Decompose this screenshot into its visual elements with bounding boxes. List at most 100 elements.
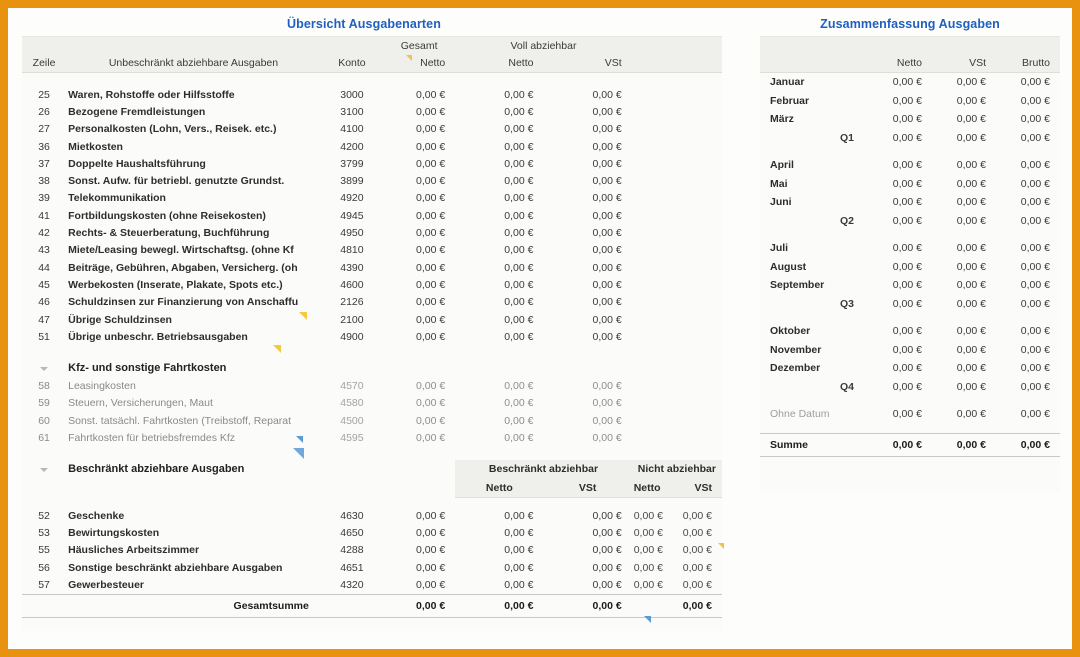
chevron-down-icon [39,465,49,474]
cell-brutto: 0,00 € [1020,214,1050,227]
group-kfz-header[interactable]: Kfz- und sonstige Fahrtkosten [22,358,722,377]
cell-voll-vst: 0,00 € [592,313,622,326]
cell-voll-vst: 0,00 € [592,175,622,188]
col-nicht-vst: VSt [694,481,712,494]
cell-description: Miete/Leasing bewegl. Wirtschaftsg. (ohn… [68,244,294,257]
table-row[interactable]: 36 Mietkosten 4200 0,00 € 0,00 € 0,00 € [22,138,722,155]
cell-vst: 0,00 € [956,325,986,338]
summary-row[interactable]: Juni 0,00 € 0,00 € 0,00 € [760,193,1060,212]
cell-voll-vst: 0,00 € [592,105,622,118]
cell-vst: 0,00 € [956,408,986,421]
summary-row[interactable]: Mai 0,00 € 0,00 € 0,00 € [760,175,1060,194]
summary-row[interactable]: Januar 0,00 € 0,00 € 0,00 € [760,73,1060,92]
table-row[interactable]: 51 Übrige unbeschr. Betriebsausgaben 4900 0… [22,328,722,345]
table-row[interactable]: 45 Werbekosten (Inserate, Plakate, Spots … [22,276,722,293]
selection-marker-icon[interactable] [296,436,303,443]
cell-vst: 0,00 € [956,260,986,273]
restricted-collapse-toggle[interactable] [22,460,66,479]
cell-description: Werbekosten (Inserate, Plakate, Spots et… [68,278,283,291]
group-header-beschraenkt: Beschränkt abziehbar [455,459,632,479]
cell-brutto: 0,00 € [1020,159,1050,172]
cell-nicht-group: 0,00 € 0,00 € [632,576,722,594]
summary-total-brutto: 0,00 € [996,432,1060,457]
cell-netto: 0,00 € [892,113,922,126]
summary-row[interactable]: März 0,00 € 0,00 € 0,00 € [760,110,1060,129]
summary-row[interactable]: August 0,00 € 0,00 € 0,00 € [760,258,1060,277]
cell-netto: 0,00 € [892,94,922,107]
kfz-collapse-toggle[interactable] [22,358,66,377]
cell-quarter-label: Q1 [839,131,854,144]
table-row[interactable]: 38 Sonst. Aufw. für betriebl. genutzte Gr… [22,172,722,189]
table-row[interactable]: 27 Personalkosten (Lohn, Vers., Reisek. e… [22,121,722,138]
table-row[interactable]: 58 Leasingkosten 4570 0,00 € 0,00 € 0,00 € [22,377,722,394]
table-row[interactable]: 61 Fahrtkosten für betriebsfremdes Kfz 459… [22,429,722,446]
group-header-row: Gesamt Voll abziehbar [22,37,722,54]
cell-voll-netto: 0,00 € [504,330,534,343]
cell-nicht-group: 0,00 € 0,00 € [632,542,722,559]
unrestricted-rows: 25 Waren, Rohstoffe oder Hilfsstoffe 3000 0… [22,86,722,345]
summary-row[interactable]: Q1 0,00 € 0,00 € 0,00 € [760,129,1060,148]
table-row[interactable]: 55 Häusliches Arbeitszimmer 4288 0,00 €0,00… [22,542,722,559]
table-row[interactable]: 41 Fortbildungskosten (ohne Reisekosten) 4… [22,207,722,224]
table-row[interactable]: 43 Miete/Leasing bewegl. Wirtschaftsg. (o… [22,242,722,259]
table-row[interactable]: 44 Beiträge, Gebühren, Abgaben, Versicher… [22,259,722,276]
table-row[interactable]: 52 Geschenke 4630 0,00 €0,00 €0,00 €0,00 €0… [22,507,722,524]
table-row[interactable]: 59 Steuern, Versicherungen, Maut 4580 0,00 … [22,395,722,412]
summary-row[interactable]: Q4 0,00 € 0,00 € 0,00 € [760,378,1060,397]
comment-marker-icon[interactable] [299,312,307,320]
summary-row[interactable]: September 0,00 € 0,00 € 0,00 € [760,276,1060,295]
summary-row[interactable]: Oktober 0,00 € 0,00 € 0,00 € [760,322,1060,341]
spacer-row [22,446,722,460]
restricted-group-header-row[interactable]: Beschränkt abziehbare Ausgaben Beschränk… [22,459,722,479]
table-row[interactable]: 42 Rechts- & Steuerberatung, Buchführung 4… [22,224,722,241]
summary-row[interactable]: November 0,00 € 0,00 € 0,00 € [760,341,1060,360]
cell-konto: 4320 [340,578,364,591]
restricted-rows: 52 Geschenke 4630 0,00 €0,00 €0,00 €0,00 €0… [22,507,722,594]
table-row[interactable]: 46 Schuldzinsen zur Finanzierung von Ansc… [22,294,722,311]
cell-nicht-group: 0,00 € 0,00 € [632,507,722,524]
summary-row[interactable]: Dezember 0,00 € 0,00 € 0,00 € [760,359,1060,378]
cell-konto: 4390 [340,261,364,274]
cell-voll-vst: 0,00 € [592,209,622,222]
summary-row[interactable]: Februar 0,00 € 0,00 € 0,00 € [760,92,1060,111]
table-row[interactable]: 47 Übrige Schuldzinsen 2100 0,00 € 0,00 € 0,0… [22,311,722,328]
summary-row[interactable]: April 0,00 € 0,00 € 0,00 € [760,156,1060,175]
summary-row[interactable]: Juli 0,00 € 0,00 € 0,00 € [760,239,1060,258]
table-row[interactable]: 25 Waren, Rohstoffe oder Hilfsstoffe 3000 0… [22,86,722,103]
table-row[interactable]: 26 Bezogene Fremdleistungen 3100 0,00 € 0,00… [22,103,722,120]
cell-brutto: 0,00 € [1020,242,1050,255]
cell-konto: 4945 [340,209,364,222]
selection-marker-icon[interactable] [644,616,651,623]
summary-row[interactable]: Ohne Datum 0,00 € 0,00 € 0,00 € [760,405,1060,424]
selection-marker-icon[interactable] [293,448,304,459]
cell-zeile: 41 [38,209,50,222]
comment-marker-icon[interactable] [273,345,281,353]
table-row[interactable]: 57 Gewerbesteuer 4320 0,00 €0,00 €0,00 €0,0… [22,576,722,594]
cell-brutto: 0,00 € [1020,380,1050,393]
table-row[interactable]: 53 Bewirtungskosten 4650 0,00 €0,00 €0,00 €… [22,524,722,541]
cell-gesamt-netto: 0,00 € [416,527,446,540]
cell-gesamt-netto: 0,00 € [416,175,446,188]
cell-description: Doppelte Haushaltsführung [68,157,206,170]
table-row[interactable]: 56 Sonstige beschränkt abziehbare Ausgabe… [22,559,722,576]
cell-brutto: 0,00 € [1020,325,1050,338]
summary-row[interactable]: Q3 0,00 € 0,00 € 0,00 € [760,295,1060,314]
cell-vst: 0,00 € [956,380,986,393]
restricted-column-header-row: Netto VSt Netto VSt [22,478,722,499]
table-row[interactable]: 60 Sonst. tatsächl. Fahrtkosten (Treibsto… [22,412,722,429]
cell-voll-netto: 0,00 € [504,380,534,393]
cell-zeile: 58 [38,380,50,393]
summary-row[interactable]: Q2 0,00 € 0,00 € 0,00 € [760,212,1060,231]
cell-gesamt-netto: 0,00 € [416,561,446,574]
table-row[interactable]: 37 Doppelte Haushaltsführung 3799 0,00 € 0,0… [22,155,722,172]
cell-konto: 4288 [340,544,364,557]
spacer-row [760,313,1060,322]
cell-voll-vst: 0,00 € [592,380,622,393]
table-row[interactable]: 39 Telekommunikation 4920 0,00 € 0,00 € 0,00 … [22,190,722,207]
comment-marker-icon[interactable] [406,55,412,61]
cell-konto: 2100 [340,313,364,326]
cell-zeile: 26 [38,105,50,118]
cell-voll-vst: 0,00 € [592,414,622,427]
comment-marker-icon[interactable] [718,543,724,549]
cell-nicht-netto: 0,00 € [633,509,663,522]
